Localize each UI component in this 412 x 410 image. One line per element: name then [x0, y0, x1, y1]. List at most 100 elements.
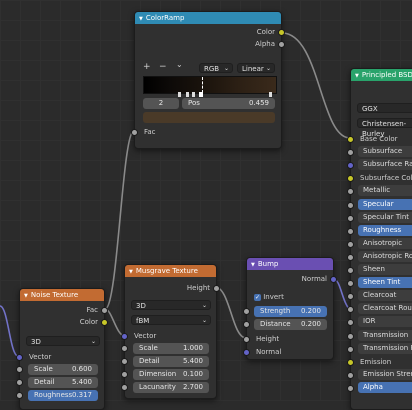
principled-input-field[interactable]: Subsurface Radius: [358, 159, 412, 171]
principled-input-field[interactable]: Anisotropic: [358, 237, 412, 249]
bump-node[interactable]: ▼ Bump Normal ✓ Invert Strength 0.200 Dist…: [243, 257, 337, 360]
collapse-triangle-icon[interactable]: ▼: [129, 269, 133, 275]
color-stop-handle[interactable]: [186, 92, 189, 97]
color-stop-handle[interactable]: [269, 92, 272, 97]
active-stop-index-field[interactable]: 2: [143, 98, 179, 109]
noise-dimensions-dropdown[interactable]: 3D ⌄: [26, 336, 100, 346]
principled-input-field[interactable]: IOR: [358, 316, 412, 328]
principled-input-field[interactable]: Clearcoat Roughness: [358, 303, 412, 315]
noise-detail-field[interactable]: Detail 5.400: [16, 377, 98, 388]
collapse-triangle-icon[interactable]: ▼: [24, 293, 28, 299]
musgrave-lacunarity-field[interactable]: Lacunarity 2.700: [121, 382, 209, 393]
fac-output-socket[interactable]: [101, 307, 108, 314]
principled-input-field[interactable]: Alpha: [358, 381, 412, 393]
principled-input-field[interactable]: Sheen Tint: [358, 277, 412, 289]
bump-distance-field[interactable]: Distance 0.200: [243, 319, 327, 330]
principled-input-socket[interactable]: [347, 253, 354, 261]
musgrave-header[interactable]: ▼ Musgrave Texture: [125, 265, 216, 277]
principled-input-socket[interactable]: [347, 162, 354, 170]
noise-header[interactable]: ▼ Noise Texture: [20, 289, 104, 301]
color-stop-handle[interactable]: [192, 92, 195, 97]
principled-input-socket[interactable]: [347, 227, 354, 235]
vector-input-socket[interactable]: [16, 354, 23, 361]
bump-strength-field[interactable]: Strength 0.200: [243, 306, 327, 317]
musgrave-scale-field[interactable]: Scale 1.000: [121, 343, 209, 354]
ramp-menu-chevron-icon[interactable]: ⌄: [176, 60, 183, 69]
principled-input-socket[interactable]: [347, 175, 354, 183]
principled-input-field[interactable]: Roughness: [358, 224, 412, 236]
height-output-socket[interactable]: [213, 285, 220, 292]
principled-input-socket[interactable]: [347, 306, 354, 314]
principled-input-socket[interactable]: [347, 371, 354, 379]
color-stop-handle[interactable]: [199, 92, 203, 97]
colorramp-node[interactable]: ▼ ColorRamp Color Alpha + − ⌄ RGB ⌄ Linear…: [131, 11, 285, 149]
principled-input-field[interactable]: Metallic: [358, 185, 412, 197]
principled-input-socket[interactable]: [347, 293, 354, 301]
noise-roughness-field[interactable]: Roughness 0.317: [16, 390, 98, 401]
normal-output-socket[interactable]: [330, 276, 337, 283]
color-output-socket[interactable]: [278, 29, 285, 36]
float-input-socket[interactable]: [16, 379, 23, 386]
principled-input-socket[interactable]: [347, 332, 354, 340]
principled-input-row[interactable]: Anisotropic: [347, 237, 412, 250]
normal-input-socket[interactable]: [243, 349, 250, 356]
add-stop-button[interactable]: +: [143, 62, 151, 72]
musgrave-dimensions-dropdown[interactable]: 3D ⌄: [131, 300, 211, 310]
remove-stop-button[interactable]: −: [159, 62, 167, 72]
principled-input-row[interactable]: Specular Tint: [347, 211, 412, 224]
noise-scale-field[interactable]: Scale 0.600: [16, 364, 98, 375]
musgrave-texture-node[interactable]: ▼ Musgrave Texture Height 3D ⌄ fBM ⌄ Vector…: [121, 264, 220, 399]
principled-input-socket[interactable]: [347, 136, 354, 143]
float-input-socket[interactable]: [16, 366, 23, 373]
principled-header[interactable]: ▼ Principled BSDF: [351, 69, 412, 81]
float-input-socket[interactable]: [121, 384, 128, 391]
float-input-socket[interactable]: [243, 321, 250, 328]
bump-header[interactable]: ▼ Bump: [247, 258, 333, 270]
float-input-socket[interactable]: [121, 358, 128, 365]
distribution-dropdown[interactable]: GGX: [357, 103, 412, 113]
alpha-output-socket[interactable]: [278, 41, 285, 48]
collapse-triangle-icon[interactable]: ▼: [251, 262, 255, 268]
color-mode-dropdown[interactable]: RGB ⌄: [199, 63, 233, 73]
principled-input-socket[interactable]: [347, 319, 354, 327]
float-input-socket[interactable]: [243, 308, 250, 315]
height-input-socket[interactable]: [243, 336, 250, 343]
principled-input-field[interactable]: Specular Tint: [358, 211, 412, 223]
principled-input-socket[interactable]: [347, 149, 354, 157]
float-input-socket[interactable]: [16, 392, 23, 399]
principled-input-row[interactable]: Specular: [347, 198, 412, 211]
principled-input-row[interactable]: Emission Strength: [347, 368, 412, 381]
principled-input-field[interactable]: Transmission Roughness: [358, 342, 412, 354]
principled-input-socket[interactable]: [347, 280, 354, 288]
colorramp-header[interactable]: ▼ ColorRamp: [135, 12, 281, 24]
principled-input-row[interactable]: Transmission Roughness: [347, 342, 412, 355]
principled-input-field[interactable]: Subsurface: [358, 146, 412, 158]
color-stop-handle[interactable]: [178, 92, 181, 97]
principled-input-field[interactable]: Anisotropic Rotation: [358, 250, 412, 262]
principled-input-row[interactable]: Clearcoat Roughness: [347, 303, 412, 315]
musgrave-dimension-field[interactable]: Dimension 0.100: [121, 369, 209, 380]
principled-input-field[interactable]: Sheen: [358, 264, 412, 275]
principled-input-socket[interactable]: [347, 267, 354, 274]
principled-input-row[interactable]: Sheen: [347, 264, 412, 276]
color-output-socket[interactable]: [101, 319, 108, 326]
invert-checkbox[interactable]: ✓ Invert: [254, 292, 284, 303]
principled-input-row[interactable]: Roughness: [347, 224, 412, 237]
principled-input-field[interactable]: Clearcoat: [358, 290, 412, 302]
fac-input-socket[interactable]: [131, 129, 138, 136]
principled-input-row[interactable]: IOR: [347, 316, 412, 328]
noise-texture-node[interactable]: ▼ Noise Texture Fac Color 3D ⌄ Vector Scal…: [16, 288, 108, 410]
subsurface-method-dropdown[interactable]: Christensen-Burley: [357, 118, 412, 138]
principled-input-socket[interactable]: [347, 240, 354, 248]
principled-input-socket[interactable]: [347, 201, 354, 209]
principled-input-row[interactable]: Alpha: [347, 381, 412, 394]
stop-color-swatch[interactable]: [143, 112, 275, 123]
principled-bsdf-node[interactable]: ▼ Principled BSDF GGX Christensen-Burley …: [347, 68, 412, 410]
principled-input-row[interactable]: Clearcoat: [347, 290, 412, 302]
stop-position-field[interactable]: Pos 0.459: [182, 98, 275, 109]
collapse-triangle-icon[interactable]: ▼: [355, 73, 359, 79]
principled-input-socket[interactable]: [347, 358, 354, 366]
principled-input-row[interactable]: Subsurface Radius: [347, 159, 412, 171]
principled-input-row[interactable]: Transmission: [347, 329, 412, 342]
principled-input-field[interactable]: Specular: [358, 198, 412, 210]
